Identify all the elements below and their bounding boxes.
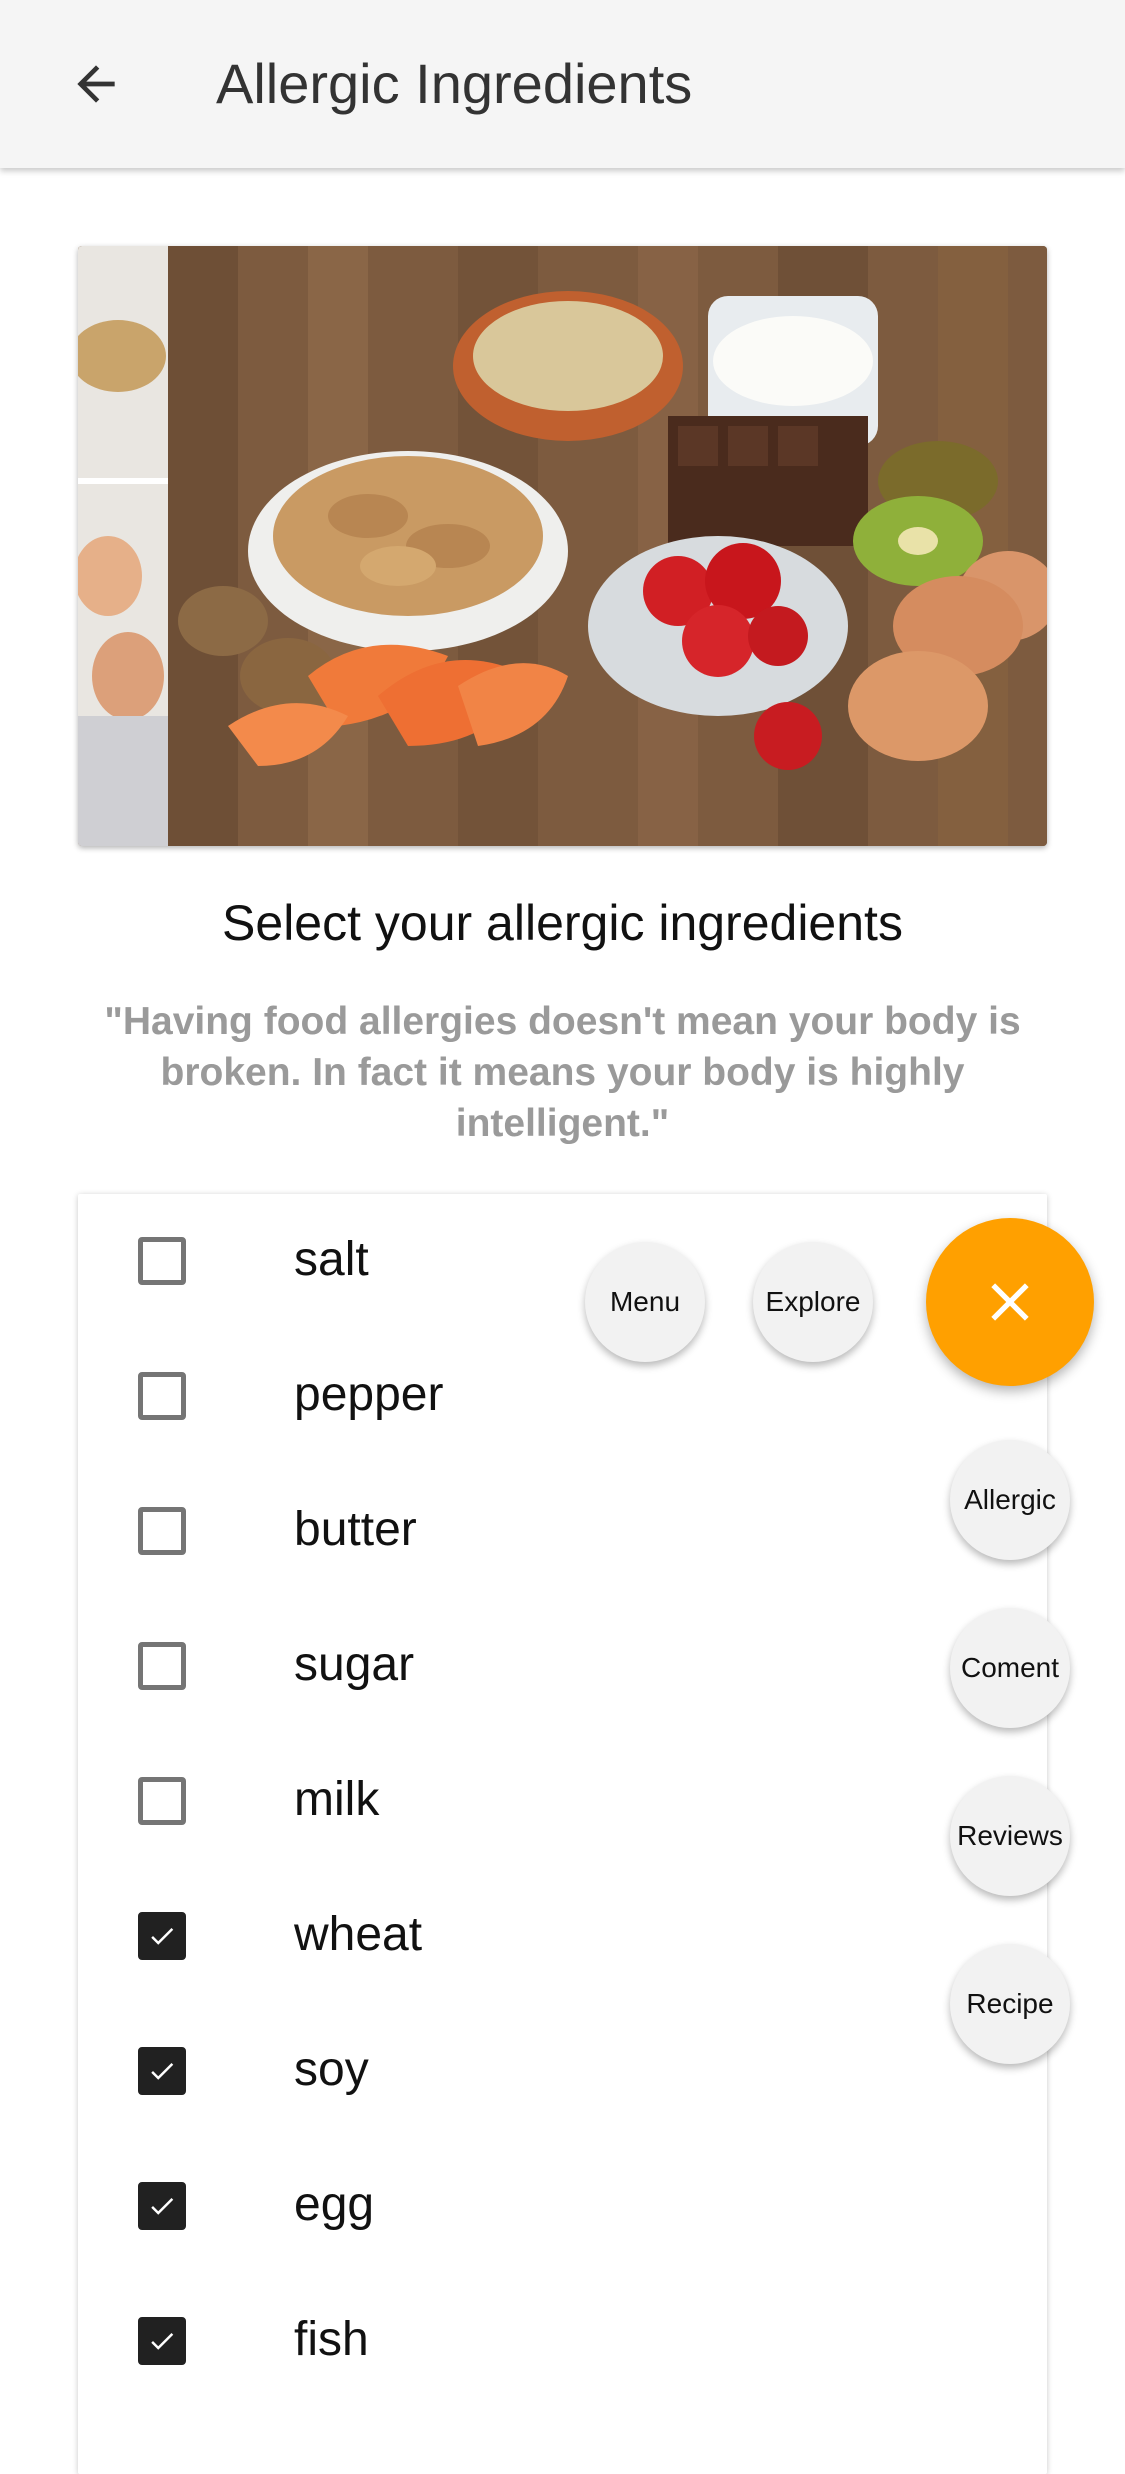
ingredient-row-wheat[interactable]: wheat <box>78 1869 1047 2004</box>
check-icon <box>151 1928 174 1945</box>
checkbox-unchecked[interactable] <box>138 1237 186 1285</box>
app-bar: Allergic Ingredients <box>0 0 1125 168</box>
back-button[interactable] <box>56 44 136 124</box>
checkbox-checked[interactable] <box>138 2317 186 2365</box>
ingredient-row-egg[interactable]: egg <box>78 2139 1047 2274</box>
ingredient-row-milk[interactable]: milk <box>78 1734 1047 1869</box>
checkbox-unchecked[interactable] <box>138 1642 186 1690</box>
ingredient-list: salt pepper butter sugar milk wheat soy <box>78 1194 1047 2474</box>
fab-allergic-button[interactable]: Allergic <box>950 1440 1070 1560</box>
ingredient-row-sugar[interactable]: sugar <box>78 1599 1047 1734</box>
fab-menu-button[interactable]: Menu <box>585 1242 705 1362</box>
arrow-back-icon <box>77 65 115 103</box>
check-icon <box>151 2063 174 2080</box>
close-icon <box>991 1283 1029 1321</box>
section-headline: Select your allergic ingredients <box>222 895 903 951</box>
ingredient-row-fish[interactable]: fish <box>78 2274 1047 2409</box>
check-icon <box>151 2198 174 2215</box>
checkbox-checked[interactable] <box>138 1912 186 1960</box>
checkbox-unchecked[interactable] <box>138 1372 186 1420</box>
ingredient-row-pepper[interactable]: pepper <box>78 1329 1047 1464</box>
ingredient-row-butter[interactable]: butter <box>78 1464 1047 1599</box>
checkbox-unchecked[interactable] <box>138 1507 186 1555</box>
fab-comment-button[interactable]: Coment <box>950 1608 1070 1728</box>
ingredient-label: salt <box>294 1233 369 1286</box>
fab-close-button[interactable] <box>926 1218 1094 1386</box>
ingredient-label: wheat <box>294 1908 423 1961</box>
fab-explore-button[interactable]: Explore <box>753 1242 873 1362</box>
checkbox-checked[interactable] <box>138 2047 186 2095</box>
allergen-foods-photo <box>78 246 1047 846</box>
check-icon <box>151 2333 174 2350</box>
fab-recipe-button[interactable]: Recipe <box>950 1944 1070 2064</box>
fab-reviews-button[interactable]: Reviews <box>950 1776 1070 1896</box>
ingredient-row-soy[interactable]: soy <box>78 2004 1047 2139</box>
ingredient-label: sugar <box>294 1638 415 1691</box>
checkbox-unchecked[interactable] <box>138 1777 186 1825</box>
ingredient-label: pepper <box>294 1368 444 1421</box>
ingredient-label: butter <box>294 1503 417 1556</box>
ingredient-row-salt[interactable]: salt <box>78 1194 1047 1329</box>
checkbox-checked[interactable] <box>138 2182 186 2230</box>
ingredient-label: milk <box>294 1773 380 1826</box>
ingredient-label: fish <box>294 2313 369 2366</box>
ingredient-label: egg <box>294 2178 375 2231</box>
ingredient-label: soy <box>294 2043 369 2096</box>
page-title: Allergic Ingredients <box>216 52 693 115</box>
allergy-quote: "Having food allergies doesn't mean your… <box>104 1000 1021 1145</box>
